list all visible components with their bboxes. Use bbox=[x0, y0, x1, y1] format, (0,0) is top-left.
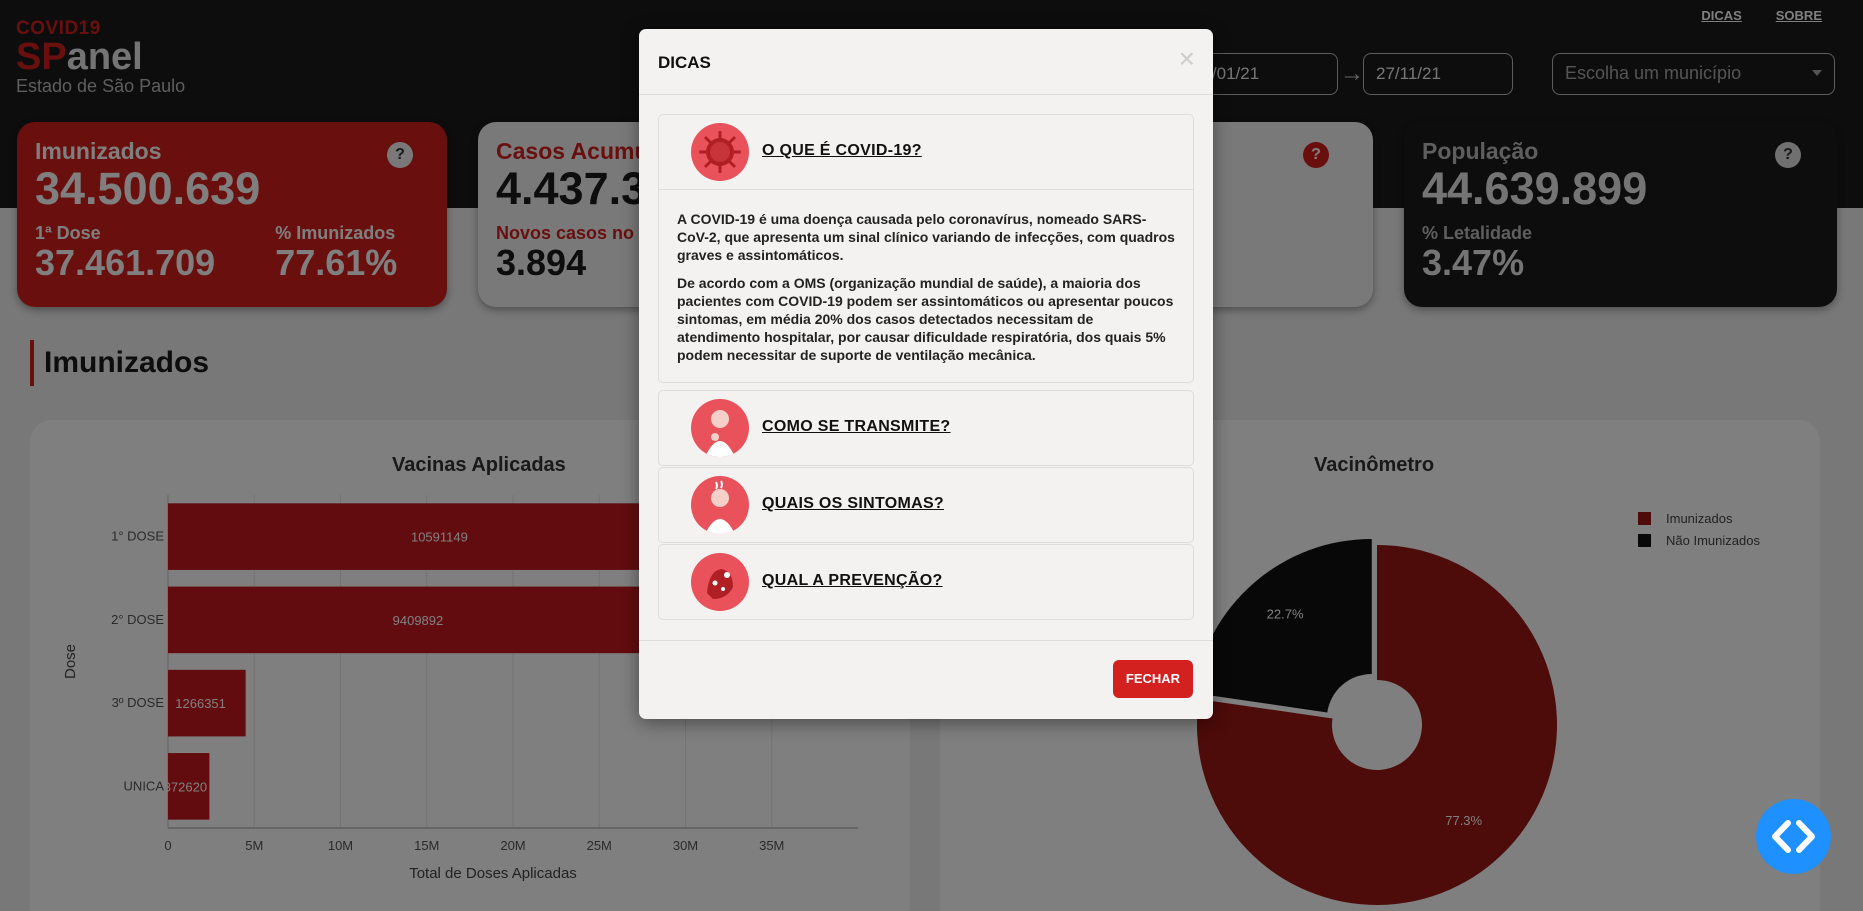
fechar-button[interactable]: FECHAR bbox=[1113, 660, 1193, 698]
person-coughing-icon bbox=[691, 399, 749, 457]
accordion-label-covid[interactable]: O QUE É COVID-19? bbox=[762, 142, 922, 160]
close-icon[interactable]: × bbox=[1179, 45, 1195, 73]
accordion-label-prevencao[interactable]: QUAL A PREVENÇÃO? bbox=[762, 572, 943, 590]
accordion-header-transmite[interactable]: COMO SE TRANSMITE? bbox=[659, 391, 1193, 465]
code-icon bbox=[1772, 820, 1815, 853]
accordion-label-sintomas[interactable]: QUAIS OS SINTOMAS? bbox=[762, 495, 944, 513]
dicas-modal: DICAS × O QUE É COVID-19? A COVID-19 é u… bbox=[639, 29, 1213, 719]
accordion-body-covid: A COVID-19 é uma doença causada pelo cor… bbox=[659, 189, 1193, 382]
accordion-label-transmite[interactable]: COMO SE TRANSMITE? bbox=[762, 418, 951, 436]
person-fever-icon bbox=[691, 476, 749, 534]
accordion-item-prevencao[interactable]: QUAL A PREVENÇÃO? bbox=[658, 544, 1194, 620]
modal-header: DICAS × bbox=[639, 29, 1213, 95]
modal-title: DICAS bbox=[658, 53, 711, 72]
covid-paragraph-1: A COVID-19 é uma doença causada pelo cor… bbox=[677, 211, 1175, 263]
accordion-header-covid[interactable]: O QUE É COVID-19? bbox=[659, 115, 1193, 189]
hand-washing-icon bbox=[691, 553, 749, 611]
covid-paragraph-2: De acordo com a OMS (organização mundial… bbox=[677, 275, 1174, 363]
accordion-item-sintomas[interactable]: QUAIS OS SINTOMAS? bbox=[658, 467, 1194, 543]
accordion-header-prevencao[interactable]: QUAL A PREVENÇÃO? bbox=[659, 545, 1193, 619]
virus-icon bbox=[691, 123, 749, 181]
modal-footer: FECHAR bbox=[639, 640, 1213, 719]
accordion-item-covid: O QUE É COVID-19? A COVID-19 é uma doenç… bbox=[658, 114, 1194, 383]
code-toggle-button[interactable] bbox=[1756, 799, 1831, 874]
accordion-header-sintomas[interactable]: QUAIS OS SINTOMAS? bbox=[659, 468, 1193, 542]
accordion-item-transmite[interactable]: COMO SE TRANSMITE? bbox=[658, 390, 1194, 466]
